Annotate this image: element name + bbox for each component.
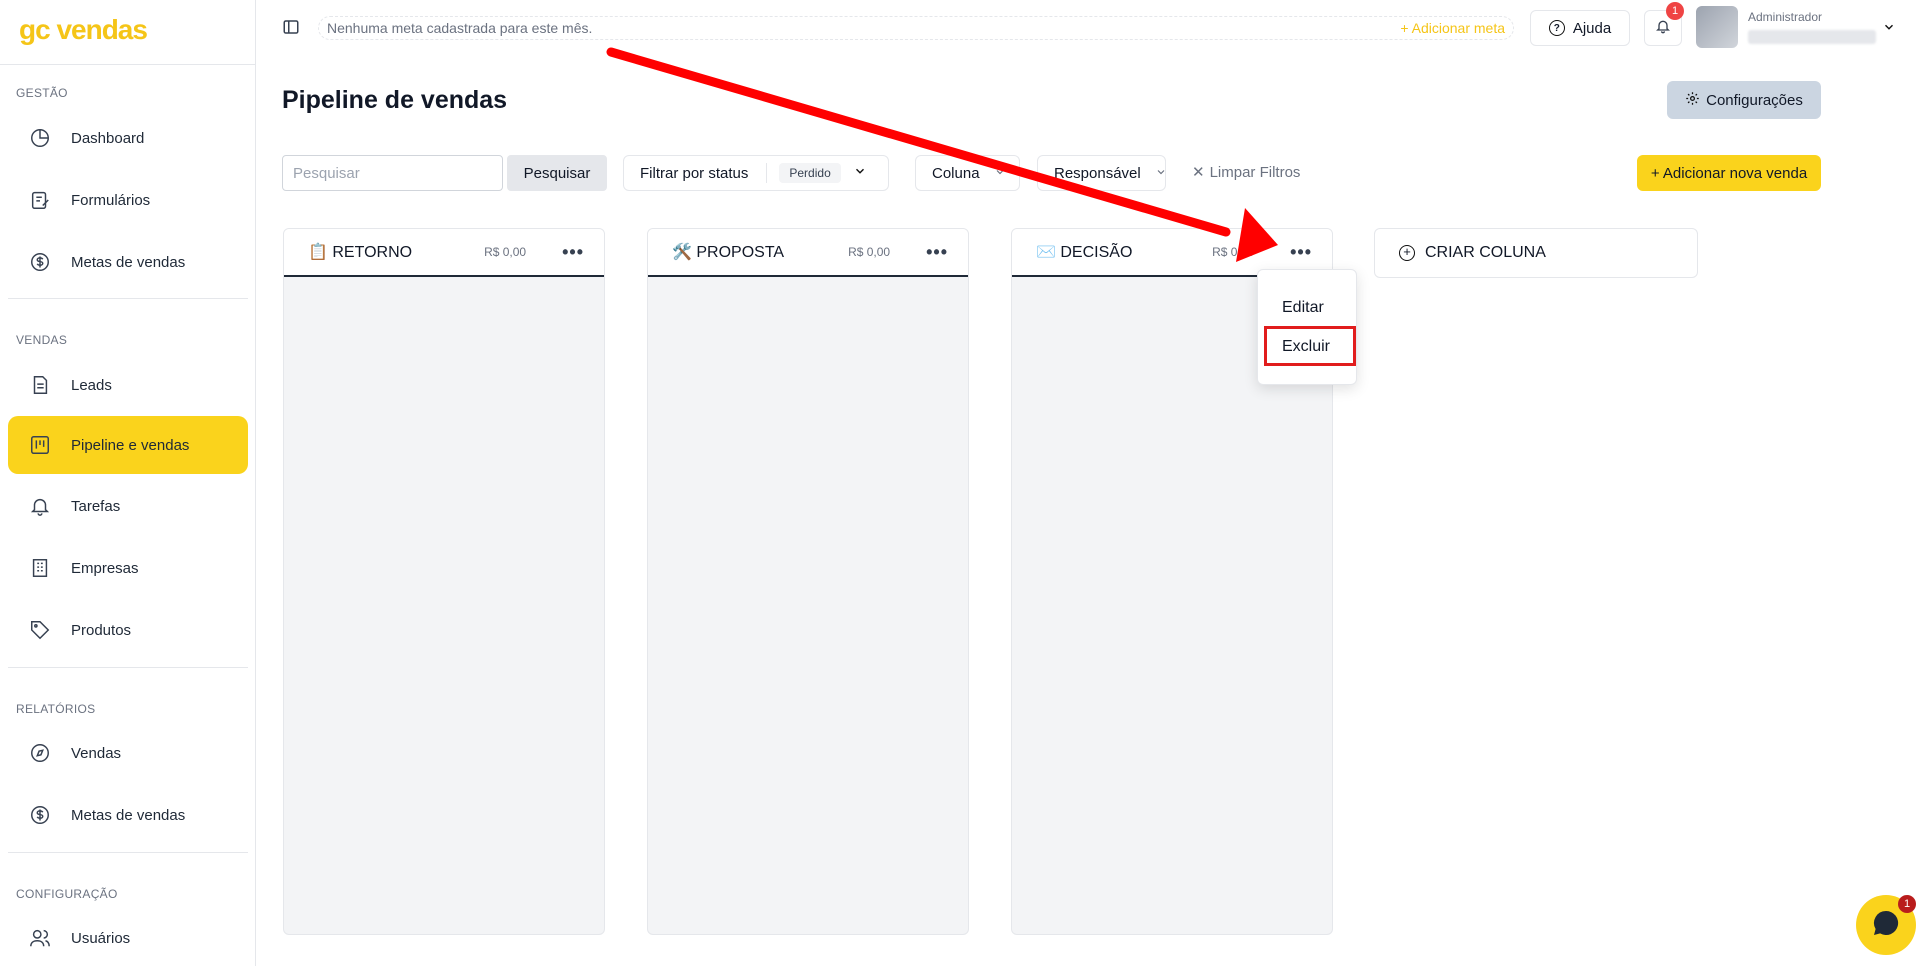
sidebar-item-label: Formulários xyxy=(71,191,151,209)
compass-icon xyxy=(28,741,52,765)
sales-goal-bar: Nenhuma meta cadastrada para este mês. +… xyxy=(318,16,1514,40)
kanban-icon xyxy=(28,433,52,457)
chevron-down-icon xyxy=(994,165,1006,182)
sidebar-item-formularios[interactable]: Formulários xyxy=(8,171,248,229)
pipeline-column: 🛠️ PROPOSTA R$ 0,00 ••• xyxy=(647,228,969,935)
sidebar-item-relatorio-metas[interactable]: Metas de vendas xyxy=(8,786,248,844)
sidebar-item-produtos[interactable]: Produtos xyxy=(8,601,248,659)
question-icon: ? xyxy=(1548,20,1565,36)
users-icon xyxy=(28,926,52,950)
bell-icon xyxy=(1655,18,1671,39)
sidebar-item-label: Dashboard xyxy=(71,129,145,147)
create-column-button[interactable]: + CRIAR COLUNA xyxy=(1374,228,1698,278)
annotation-highlight-box xyxy=(1264,326,1356,366)
status-filter-value-chip: Perdido xyxy=(779,163,841,183)
column-options-menu: Editar Excluir xyxy=(1257,269,1357,385)
create-column-label: CRIAR COLUNA xyxy=(1425,244,1546,261)
help-button-label: Ajuda xyxy=(1572,19,1612,37)
column-filter-label: Coluna xyxy=(932,164,980,182)
more-options-icon[interactable]: ••• xyxy=(926,242,948,263)
help-button[interactable]: ? Ajuda xyxy=(1530,10,1630,46)
page-title: Pipeline de vendas xyxy=(282,86,508,114)
settings-button[interactable]: Configurações xyxy=(1667,81,1821,119)
sidebar-item-pipeline[interactable]: Pipeline e vendas xyxy=(8,416,248,474)
topbar: Nenhuma meta cadastrada para este mês. +… xyxy=(256,0,1920,56)
tag-icon xyxy=(28,618,52,642)
sidebar-item-label: Produtos xyxy=(71,621,132,639)
divider xyxy=(8,852,248,853)
divider xyxy=(766,163,768,183)
sidebar-item-label: Pipeline e vendas xyxy=(71,436,190,454)
add-goal-link[interactable]: + Adicionar meta xyxy=(1400,20,1505,36)
app-logo[interactable]: gc vendas xyxy=(19,14,148,46)
sidebar-item-tarefas[interactable]: Tarefas xyxy=(8,477,248,535)
column-header: 📋 RETORNO R$ 0,00 ••• xyxy=(284,229,604,277)
chevron-down-icon xyxy=(1155,165,1167,182)
status-filter-label: Filtrar por status xyxy=(640,164,749,182)
more-options-icon[interactable]: ••• xyxy=(562,242,584,263)
column-title: ✉️ DECISÃO xyxy=(1036,244,1133,261)
dollar-circle-icon xyxy=(28,250,52,274)
column-total: R$ 0,00 xyxy=(848,245,891,259)
dollar-circle-icon xyxy=(28,803,52,827)
search-input[interactable] xyxy=(282,155,503,191)
chat-unread-badge: 1 xyxy=(1898,895,1916,913)
column-header: 🛠️ PROPOSTA R$ 0,00 ••• xyxy=(648,229,968,277)
status-filter-dropdown[interactable]: Filtrar por status Perdido xyxy=(623,155,889,191)
add-sale-button[interactable]: + Adicionar nova venda xyxy=(1637,155,1821,191)
close-icon: ✕ xyxy=(1192,164,1205,181)
building-icon xyxy=(28,556,52,580)
sidebar-item-empresas[interactable]: Empresas xyxy=(8,539,248,597)
search-button[interactable]: Pesquisar xyxy=(507,155,607,191)
plus-circle-icon: + xyxy=(1399,245,1415,261)
sidebar-item-vendas[interactable]: Vendas xyxy=(8,724,248,782)
column-total: R$ 0,00 xyxy=(484,245,527,259)
section-label-vendas: VENDAS xyxy=(16,333,68,347)
column-filter-dropdown[interactable]: Coluna xyxy=(915,155,1020,191)
settings-button-label: Configurações xyxy=(1706,91,1803,109)
column-title: 🛠️ PROPOSTA xyxy=(672,244,785,261)
notification-count-badge: 1 xyxy=(1666,2,1684,20)
column-total: R$ 0,00 xyxy=(1212,245,1255,259)
sidebar-toggle-icon[interactable] xyxy=(282,18,302,38)
clear-filters-label: Limpar Filtros xyxy=(1209,163,1301,181)
owner-filter-label: Responsável xyxy=(1054,164,1141,182)
chevron-down-icon xyxy=(853,164,867,182)
gear-icon xyxy=(1685,91,1700,110)
bell-icon xyxy=(28,494,52,518)
sidebar-item-label: Empresas xyxy=(71,559,139,577)
user-name-redacted xyxy=(1748,30,1876,44)
sidebar-item-metas-de-vendas[interactable]: Metas de vendas xyxy=(8,233,248,291)
sidebar: gc vendas GESTÃO Dashboard Formulários M… xyxy=(0,0,256,966)
sidebar-item-label: Vendas xyxy=(71,744,122,762)
menu-item-edit[interactable]: Editar xyxy=(1258,290,1356,326)
divider xyxy=(8,298,248,299)
clear-filters-button[interactable]: ✕ Limpar Filtros xyxy=(1192,163,1301,182)
avatar[interactable] xyxy=(1696,6,1738,48)
owner-filter-dropdown[interactable]: Responsável xyxy=(1037,155,1166,191)
sidebar-item-label: Metas de vendas xyxy=(71,806,186,824)
user-role: Administrador xyxy=(1748,10,1823,24)
column-title: 📋 RETORNO xyxy=(308,244,413,261)
section-label-configuracao: CONFIGURAÇÃO xyxy=(16,887,118,901)
sidebar-item-label: Metas de vendas xyxy=(71,253,186,271)
pie-chart-icon xyxy=(28,126,52,150)
chevron-down-icon[interactable] xyxy=(1882,20,1896,39)
goal-status-text: Nenhuma meta cadastrada para este mês. xyxy=(327,20,593,36)
sidebar-item-leads[interactable]: Leads xyxy=(8,356,248,414)
divider xyxy=(0,64,256,65)
divider xyxy=(8,667,248,668)
sidebar-item-label: Usuários xyxy=(71,929,131,947)
chat-bubble-icon xyxy=(1870,907,1902,944)
form-edit-icon xyxy=(28,188,52,212)
section-label-gestao: GESTÃO xyxy=(16,86,68,100)
sidebar-item-dashboard[interactable]: Dashboard xyxy=(8,109,248,167)
document-icon xyxy=(28,373,52,397)
sidebar-item-usuarios[interactable]: Usuários xyxy=(8,909,248,967)
sidebar-item-label: Tarefas xyxy=(71,497,121,515)
pipeline-column: 📋 RETORNO R$ 0,00 ••• xyxy=(283,228,605,935)
more-options-icon[interactable]: ••• xyxy=(1290,242,1312,263)
section-label-relatorios: RELATÓRIOS xyxy=(16,702,96,716)
sidebar-item-label: Leads xyxy=(71,376,112,394)
